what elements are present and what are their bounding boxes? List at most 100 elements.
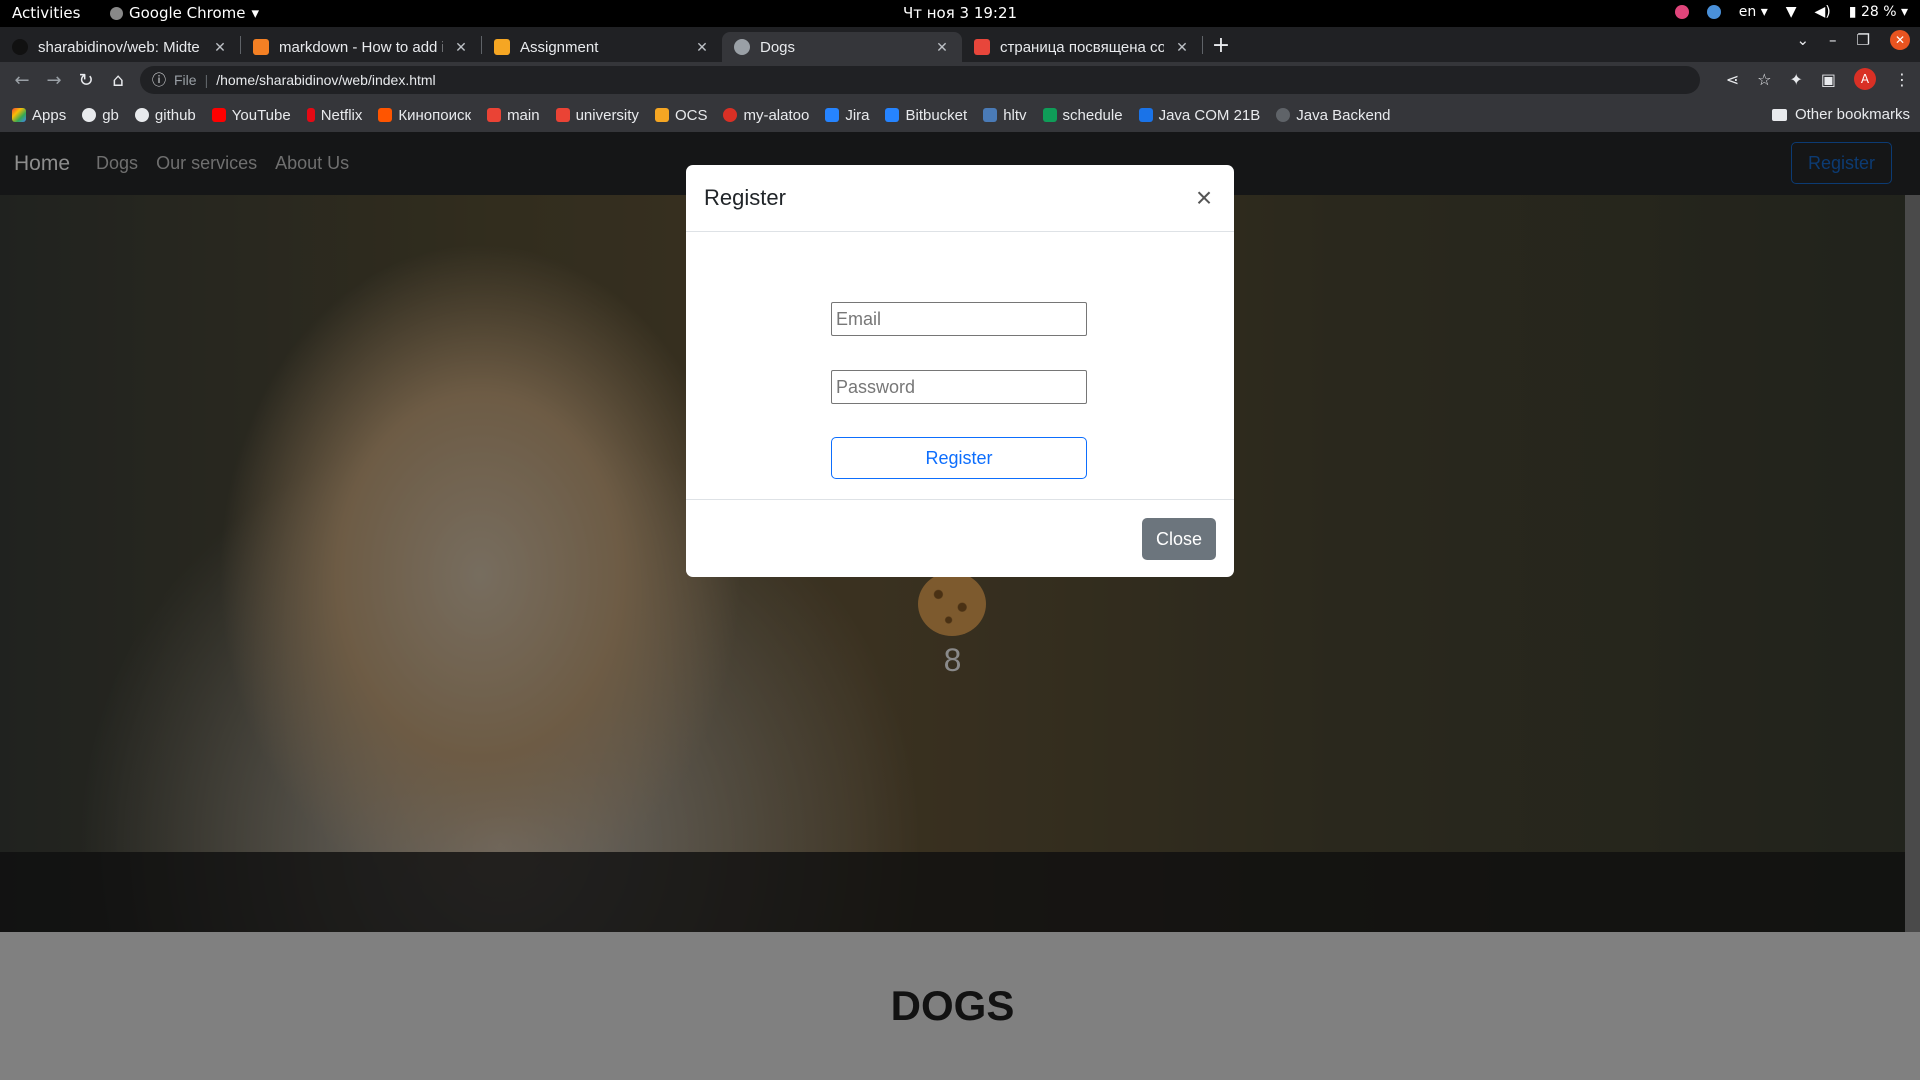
email-field[interactable] <box>831 302 1087 336</box>
globe-icon <box>734 39 750 55</box>
ocs-favicon-icon <box>654 108 669 122</box>
bookmark-java-backend[interactable]: Java Backend <box>1276 107 1391 124</box>
cookie-icon[interactable] <box>918 572 986 636</box>
forward-icon[interactable]: → <box>38 70 70 91</box>
profile-avatar[interactable]: A <box>1854 68 1876 90</box>
youtube-favicon-icon <box>211 108 226 122</box>
modal-header: Register × <box>686 165 1234 232</box>
volume-icon[interactable]: ◀) <box>1815 4 1831 20</box>
bookmark-gb[interactable]: gb <box>82 107 119 124</box>
app-indicator-icon[interactable] <box>1674 5 1689 19</box>
tab-dog-page[interactable]: страница посвящена соб ✕ <box>962 32 1202 62</box>
nav-home-link[interactable]: Home <box>14 152 70 176</box>
tab-title: sharabidinov/web: Midte <box>38 38 200 56</box>
address-bar[interactable]: ⓘ File | /home/sharabidinov/web/index.ht… <box>140 66 1700 94</box>
system-tray[interactable]: en ▾ ▼ ◀) ▮ 28 % ▾ <box>1674 4 1908 20</box>
close-icon[interactable]: ✕ <box>453 39 469 56</box>
tab-stackoverflow[interactable]: markdown - How to add i ✕ <box>241 32 481 62</box>
bookmark-bitbucket[interactable]: Bitbucket <box>885 107 967 124</box>
app-menu[interactable]: Google Chrome ▾ <box>110 4 259 22</box>
close-icon[interactable]: ✕ <box>934 39 950 56</box>
bookmark-hltv[interactable]: hltv <box>983 107 1027 124</box>
bookmark-my-alatoo[interactable]: my-alatoo <box>723 107 809 124</box>
nav-link-our-services[interactable]: Our services <box>156 153 257 174</box>
chrome-app-icon <box>110 6 123 20</box>
restore-icon[interactable]: ❐ <box>1857 31 1870 49</box>
gb-favicon-icon <box>82 108 97 122</box>
classroom-favicon-icon <box>1138 108 1153 122</box>
url-text[interactable]: /home/sharabidinov/web/index.html <box>216 72 435 88</box>
nav-link-dogs[interactable]: Dogs <box>96 153 138 174</box>
clock[interactable]: Чт ноя 3 19:21 <box>903 4 1017 22</box>
modal-footer: Close <box>686 500 1234 576</box>
network-app-icon[interactable] <box>1706 5 1721 19</box>
close-icon[interactable]: × <box>1192 184 1216 212</box>
tab-title: markdown - How to add i <box>279 38 443 56</box>
bookmark-main[interactable]: main <box>487 107 540 124</box>
page-favicon-icon <box>974 39 990 55</box>
info-icon[interactable]: ⓘ <box>152 70 166 90</box>
close-icon[interactable]: ✕ <box>212 39 228 56</box>
browser-toolbar: ← → ↻ ⌂ ⓘ File | /home/sharabidinov/web/… <box>0 62 1920 98</box>
activities-button[interactable]: Activities <box>12 4 80 22</box>
app-menu-label: Google Chrome <box>129 4 246 22</box>
bookmark-netflix[interactable]: Netflix <box>306 107 362 124</box>
hltv-favicon-icon <box>983 108 998 122</box>
bookmark-java-com[interactable]: Java COM 21B <box>1138 107 1260 124</box>
tab-title: Assignment <box>520 38 599 56</box>
toolbar-actions: ⋖ ☆ ✦ ▣ A ⋮ <box>1726 68 1910 90</box>
close-icon[interactable]: ✕ <box>1174 39 1190 56</box>
close-button[interactable]: Close <box>1141 518 1216 560</box>
tab-dogs[interactable]: Dogs ✕ <box>722 32 962 62</box>
jira-favicon-icon <box>825 108 840 122</box>
modal-body: Register <box>686 232 1234 500</box>
bookmark-ocs[interactable]: OCS <box>654 107 707 124</box>
bookmark-kinopoisk[interactable]: Кинопоиск <box>378 107 471 124</box>
bookmark-schedule[interactable]: schedule <box>1042 107 1123 124</box>
sheets-favicon-icon <box>1042 108 1057 122</box>
bookmark-apps[interactable]: Apps <box>12 107 66 124</box>
share-icon[interactable]: ⋖ <box>1726 70 1739 89</box>
window-close-icon[interactable]: ✕ <box>1890 30 1910 50</box>
wifi-icon[interactable]: ▼ <box>1786 4 1797 20</box>
system-top-bar: Activities Google Chrome ▾ Чт ноя 3 19:2… <box>0 0 1920 27</box>
github-favicon-icon <box>12 39 28 55</box>
home-icon[interactable]: ⌂ <box>102 70 134 91</box>
page-viewport: Home Dogs Our services About Us Register… <box>0 132 1920 1080</box>
apps-grid-icon <box>12 108 26 122</box>
password-field[interactable] <box>831 370 1087 404</box>
bookmark-university[interactable]: university <box>555 107 639 124</box>
netflix-favicon-icon <box>306 108 315 122</box>
other-bookmarks[interactable]: Other bookmarks <box>1771 106 1910 123</box>
nav-register-button[interactable]: Register <box>1790 142 1892 184</box>
new-tab-button[interactable]: + <box>1203 32 1239 62</box>
menu-kebab-icon[interactable]: ⋮ <box>1894 70 1910 89</box>
chevron-down-icon: ▾ <box>251 4 260 22</box>
gmail-favicon-icon <box>555 108 570 122</box>
bookmark-youtube[interactable]: YouTube <box>211 107 291 124</box>
cookie-counter: 8 <box>943 642 962 678</box>
extensions-icon[interactable]: ✦ <box>1789 70 1802 89</box>
close-icon[interactable]: ✕ <box>694 39 710 56</box>
bookmark-github[interactable]: github <box>134 107 196 124</box>
battery-indicator[interactable]: ▮ 28 % ▾ <box>1849 4 1908 20</box>
reload-icon[interactable]: ↻ <box>70 70 102 91</box>
section-heading: DOGS <box>890 982 1015 1029</box>
bookmark-jira[interactable]: Jira <box>825 107 869 124</box>
bookmark-star-icon[interactable]: ☆ <box>1757 70 1771 89</box>
tab-github[interactable]: sharabidinov/web: Midte ✕ <box>0 32 240 62</box>
bookmarks-bar: Apps gb github YouTube Netflix Кинопоиск… <box>0 98 1920 132</box>
tab-search-icon[interactable]: ⌄ <box>1796 31 1809 49</box>
side-panel-icon[interactable]: ▣ <box>1821 70 1836 89</box>
language-indicator[interactable]: en ▾ <box>1739 4 1768 20</box>
page-scrollbar[interactable] <box>1905 195 1920 932</box>
minimize-icon[interactable]: – <box>1829 31 1837 49</box>
battery-icon: ▮ <box>1848 4 1857 20</box>
tab-assignment[interactable]: Assignment ✕ <box>482 32 722 62</box>
modal-title: Register <box>704 185 786 210</box>
register-submit-button[interactable]: Register <box>831 437 1087 479</box>
kinopoisk-favicon-icon <box>378 108 393 122</box>
nav-link-about-us[interactable]: About Us <box>275 153 349 174</box>
back-icon[interactable]: ← <box>6 70 38 91</box>
register-modal: Register × Register Close <box>686 165 1234 577</box>
